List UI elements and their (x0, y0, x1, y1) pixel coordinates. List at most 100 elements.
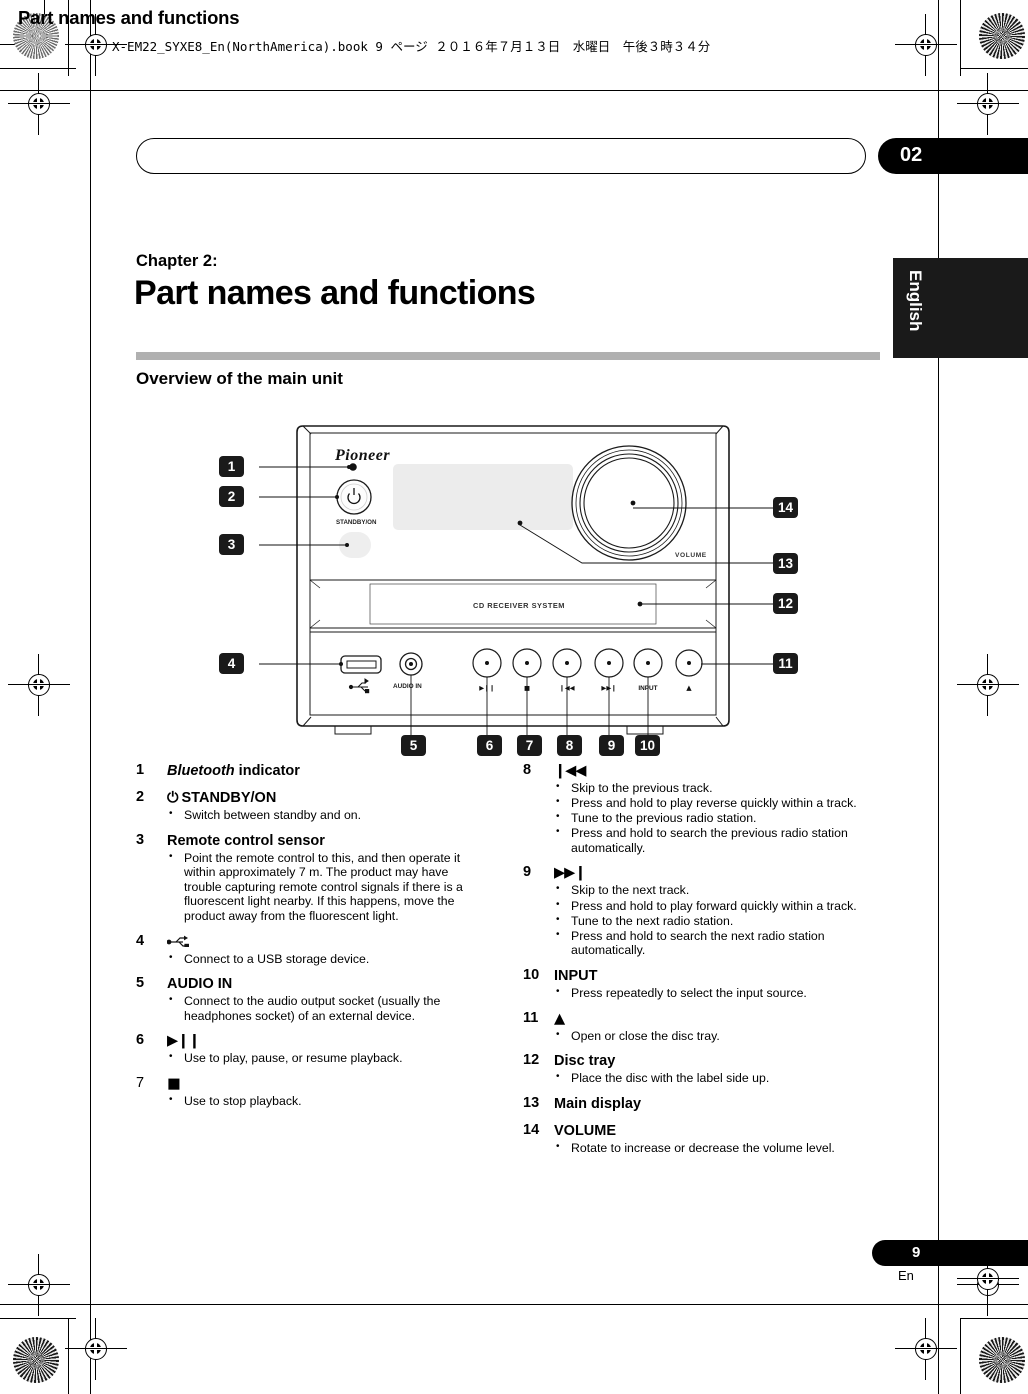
standby-on-label: STANDBY/ON (336, 519, 377, 526)
part-item-14: 14 VOLUMERotate to increase or decrease t… (523, 1122, 873, 1156)
page-number-pill: 9 (872, 1240, 1028, 1266)
part-item-bullets: Skip to the previous track.Press and hol… (523, 780, 873, 855)
part-item-7: 7 ■Use to stop playback. (136, 1075, 486, 1109)
part-item-title: ❙◀◀ (554, 762, 873, 780)
section-rule (136, 352, 880, 360)
volume-label: VOLUME (675, 552, 707, 559)
part-item-number: 13 (523, 1094, 540, 1111)
crop-line-bottom-left-inner-v (68, 1318, 69, 1394)
bullet-item: Press and hold to play forward quickly w… (554, 898, 873, 914)
registration-mark-top-left (65, 14, 127, 76)
registration-mark-footer (957, 1248, 1019, 1310)
callout-5: 5 (401, 735, 426, 756)
bullet-item: Press and hold to play reverse quickly w… (554, 795, 873, 811)
part-item-title-text: AUDIO IN (167, 976, 233, 993)
page-language-label: En (898, 1268, 914, 1283)
standby-on-button (336, 479, 372, 515)
part-item-title-text: ❙◀◀ (554, 763, 586, 779)
part-item-bullets: Press repeatedly to select the input sou… (523, 985, 873, 1001)
part-item-8: 8 ❙◀◀Skip to the previous track.Press and… (523, 762, 873, 855)
part-item-title-text: Disc tray (554, 1053, 616, 1070)
bullet-item: Skip to the next track. (554, 882, 873, 898)
parts-list-right-column: 8❙◀◀Skip to the previous track.Press and… (523, 762, 873, 1164)
registration-mark-top-right-inner (957, 73, 1019, 135)
callout-2: 2 (219, 486, 244, 507)
bullet-item: Point the remote control to this, and th… (167, 850, 486, 924)
bullet-item: Use to play, pause, or resume playback. (167, 1050, 486, 1066)
part-item-title-text: ▶❙❙ (167, 1033, 200, 1050)
part-item-6: 6 ▶❙❙Use to play, pause, or resume playba… (136, 1032, 486, 1066)
part-item-bullets: Rotate to increase or decrease the volum… (523, 1140, 873, 1156)
crop-line-top-left-inner-h (0, 68, 76, 69)
registration-mark-top-right (895, 14, 957, 76)
part-item-title: Remote control sensor (167, 832, 486, 850)
part-item-number: 9 (523, 864, 532, 881)
volume-knob (571, 445, 687, 561)
part-item-number: 14 (523, 1121, 540, 1138)
bullet-item: Press and hold to search the next radio … (554, 928, 873, 958)
callout-1: 1 (219, 456, 244, 477)
callout-14: 14 (773, 497, 798, 518)
bullet-item: Press repeatedly to select the input sou… (554, 985, 873, 1001)
part-item-13: 13 Main display (523, 1095, 873, 1113)
part-item-11: 11 ▲Open or close the disc tray. (523, 1010, 873, 1044)
bullet-item: Skip to the previous track. (554, 780, 873, 796)
eject-label: ▲ (686, 684, 692, 692)
part-item-bullets: Use to stop playback. (136, 1093, 486, 1109)
part-item-number: 10 (523, 966, 540, 983)
callout-8: 8 (557, 735, 582, 756)
bullet-item: Tune to the next radio station. (554, 913, 873, 929)
part-item-12: 12 Disc trayPlace the disc with the label… (523, 1052, 873, 1086)
star-target-bottom-left (13, 1337, 59, 1383)
registration-mark-bottom-right-outer (895, 1318, 957, 1380)
callout-11: 11 (773, 653, 798, 674)
callout-4: 4 (219, 653, 244, 674)
registration-mark-middle-right (957, 654, 1019, 716)
running-header-bar (136, 138, 866, 174)
crop-line-top-left-h (0, 44, 52, 45)
part-item-number: 4 (136, 932, 145, 949)
bullet-item: Place the disc with the label side up. (554, 1070, 873, 1086)
crop-line-top-right-inner-v (960, 0, 961, 76)
usb-icon (166, 934, 193, 950)
crop-line-bottom-right-inner-v (960, 1318, 961, 1394)
trim-line-top (0, 90, 1028, 91)
callout-13: 13 (773, 553, 798, 574)
star-target-bottom-right (979, 1337, 1025, 1383)
part-item-title (166, 933, 486, 951)
part-item-title-text: Remote control sensor (167, 832, 325, 849)
running-header-title: Part names and functions (18, 7, 240, 28)
part-item-number: 7 (136, 1074, 145, 1091)
part-item-title-text: Main display (554, 1095, 642, 1112)
part-item-title: VOLUME (554, 1122, 873, 1140)
part-item-10: 10 INPUTPress repeatedly to select the in… (523, 967, 873, 1001)
callout-7: 7 (517, 735, 542, 756)
part-item-number: 1 (136, 762, 145, 778)
part-item-title-text: ■ (167, 1075, 181, 1092)
part-item-bullets: Point the remote control to this, and th… (136, 850, 486, 924)
bullet-item: Tune to the previous radio station. (554, 810, 873, 826)
part-item-4: 4 Connect to a USB storage device. (136, 933, 486, 967)
part-item-number: 8 (523, 762, 532, 778)
registration-mark-bottom-right (957, 1254, 1019, 1316)
part-item-title-text: STANDBY/ON (181, 790, 277, 806)
disc-tray-label: CD RECEIVER SYSTEM (473, 601, 565, 610)
star-target-top-right (979, 13, 1025, 59)
power-icon: ⏻ (167, 790, 179, 806)
part-item-title-text: ▲ (554, 1010, 565, 1027)
bullet-item: Use to stop playback. (167, 1093, 486, 1109)
language-side-tab: English (893, 258, 1028, 358)
part-item-bullets: Open or close the disc tray. (523, 1028, 873, 1044)
callout-10: 10 (635, 735, 660, 756)
part-item-title-text: INPUT (554, 967, 598, 984)
part-item-title: AUDIO IN (167, 975, 486, 993)
part-item-title: Disc tray (554, 1052, 873, 1070)
callout-6: 6 (477, 735, 502, 756)
part-item-title: ■ (167, 1075, 486, 1093)
part-item-title: ▶▶❙ (554, 864, 873, 882)
registration-mark-middle-left (8, 654, 70, 716)
part-item-title-text: indicator (234, 763, 300, 779)
part-item-title-emphasis: Bluetooth (167, 763, 235, 779)
part-item-title: ▲ (554, 1010, 873, 1028)
chapter-number-tab: 02 (878, 138, 1028, 174)
